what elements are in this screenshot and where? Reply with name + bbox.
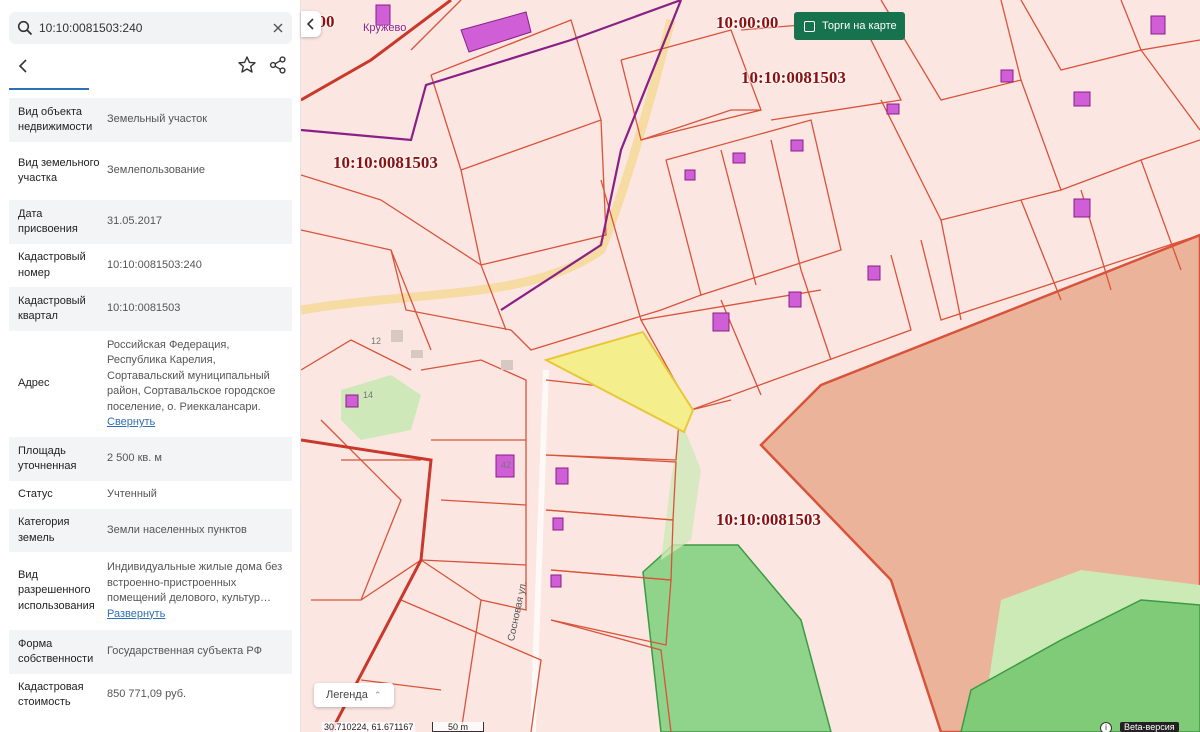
cadastral-map[interactable]: 000 10:00:00 10:10:0081503 10:10:0081503… — [301, 0, 1200, 732]
panel-toolbar — [0, 50, 300, 90]
star-icon[interactable] — [237, 55, 257, 75]
chevron-left-icon — [306, 18, 314, 30]
clear-search-icon[interactable] — [270, 20, 286, 36]
scale-bar: 50 m — [432, 722, 484, 732]
table-row: Вид объекта недвижимости Земельный участо… — [9, 98, 292, 142]
table-row: Форма собственности Государственная субъе… — [9, 630, 292, 674]
attr-key: Кадастровый номер — [18, 251, 86, 279]
attr-key: Адрес — [18, 377, 50, 390]
expand-link[interactable]: Развернуть — [107, 607, 288, 623]
collapse-link[interactable]: Свернуть — [107, 415, 288, 431]
search-input[interactable] — [39, 12, 269, 44]
map-label-block-center: 10:10:0081503 — [716, 510, 821, 529]
address-text: Российская Федерация, Республика Карелия… — [107, 338, 276, 413]
house-number: 14 — [363, 390, 374, 400]
auctions-label: Торги на карте — [822, 20, 897, 32]
table-row: Вид земельного участка Землепользование — [9, 142, 292, 200]
attr-value: Российская Федерация, Республика Карелия… — [103, 338, 288, 431]
table-row: Категория земель Земли населенных пунктов — [9, 509, 292, 552]
chevron-up-icon: ⌃ — [373, 689, 382, 700]
table-row: Кадастровый номер 10:10:0081503:240 — [9, 244, 292, 287]
tab-underline — [9, 88, 89, 90]
table-row: Кадастровая стоимость 850 771,09 руб. — [9, 674, 292, 716]
table-row: Вид разрешенного использования Индивидуал… — [9, 552, 292, 630]
house-number: 12 — [371, 336, 382, 346]
table-row: Кадастровый квартал 10:10:0081503 — [9, 287, 292, 331]
info-panel: Вид объекта недвижимости Земельный участо… — [0, 0, 301, 732]
attr-key: Кадастровый квартал — [18, 294, 86, 323]
attr-key: Статус — [18, 488, 53, 501]
search-icon — [17, 20, 33, 36]
beta-badge: Beta-версия — [1120, 722, 1179, 732]
attr-key: Вид объекта недвижимости — [18, 105, 93, 134]
table-row: Адрес Российская Федерация, Республика Ка… — [9, 331, 292, 437]
attr-key: Дата присвоения — [18, 207, 78, 236]
checkbox-icon — [804, 20, 815, 32]
info-icon[interactable]: i — [1100, 722, 1112, 732]
search-bar — [9, 12, 292, 44]
attr-value: 10:10:0081503 — [107, 302, 181, 315]
auctions-on-map-toggle[interactable]: Торги на карте — [794, 12, 905, 40]
share-icon[interactable] — [268, 55, 288, 75]
attributes-table: Вид объекта недвижимости Земельный участо… — [9, 98, 292, 716]
attr-key: Кадастровая стоимость — [18, 680, 84, 709]
attr-key: Форма собственности — [18, 637, 94, 666]
legend-label: Легенда — [326, 689, 368, 701]
attr-value: 850 771,09 руб. — [107, 688, 187, 701]
attr-value: Земли населенных пунктов — [107, 523, 247, 536]
map-label-village: Кружево — [363, 22, 407, 34]
attr-value: 10:10:0081503:240 — [107, 258, 202, 271]
attr-key: Категория земель — [18, 516, 70, 544]
house-number: 42 — [501, 460, 512, 470]
attr-value: Земельный участок — [107, 113, 208, 126]
attr-value: 2 500 кв. м — [107, 452, 162, 465]
attr-key: Вид земельного участка — [18, 156, 100, 185]
attr-value: Землепользование — [107, 164, 206, 177]
coordinates-readout: 30.710224, 61.671167 — [322, 722, 416, 732]
table-row: Дата присвоения 31.05.2017 — [9, 200, 292, 244]
chevron-left-icon[interactable] — [12, 55, 34, 77]
legend-button[interactable]: Легенда ⌃ — [314, 683, 394, 707]
attr-value: Индивидуальные жилые дома без встроенно-… — [103, 560, 288, 622]
map-label-block-top: 10:10:0081503 — [741, 68, 846, 87]
attr-key: Площадь уточненная — [18, 444, 77, 473]
map-label-top-center: 10:00:00 — [716, 13, 779, 32]
map-canvas — [301, 0, 1200, 732]
attr-key: Вид разрешенного использования — [18, 568, 95, 612]
permitted-use-text: Индивидуальные жилые дома без встроенно-… — [107, 561, 283, 604]
attr-value: 31.05.2017 — [107, 215, 163, 228]
map-label-block-left: 10:10:0081503 — [333, 153, 438, 172]
table-row: Статус Учтенный — [9, 481, 292, 509]
collapse-panel-button[interactable] — [301, 11, 321, 37]
attr-value: Учтенный — [107, 488, 157, 501]
attr-value: Государственная субъекта РФ — [107, 645, 262, 658]
table-row: Площадь уточненная 2 500 кв. м — [9, 437, 292, 481]
